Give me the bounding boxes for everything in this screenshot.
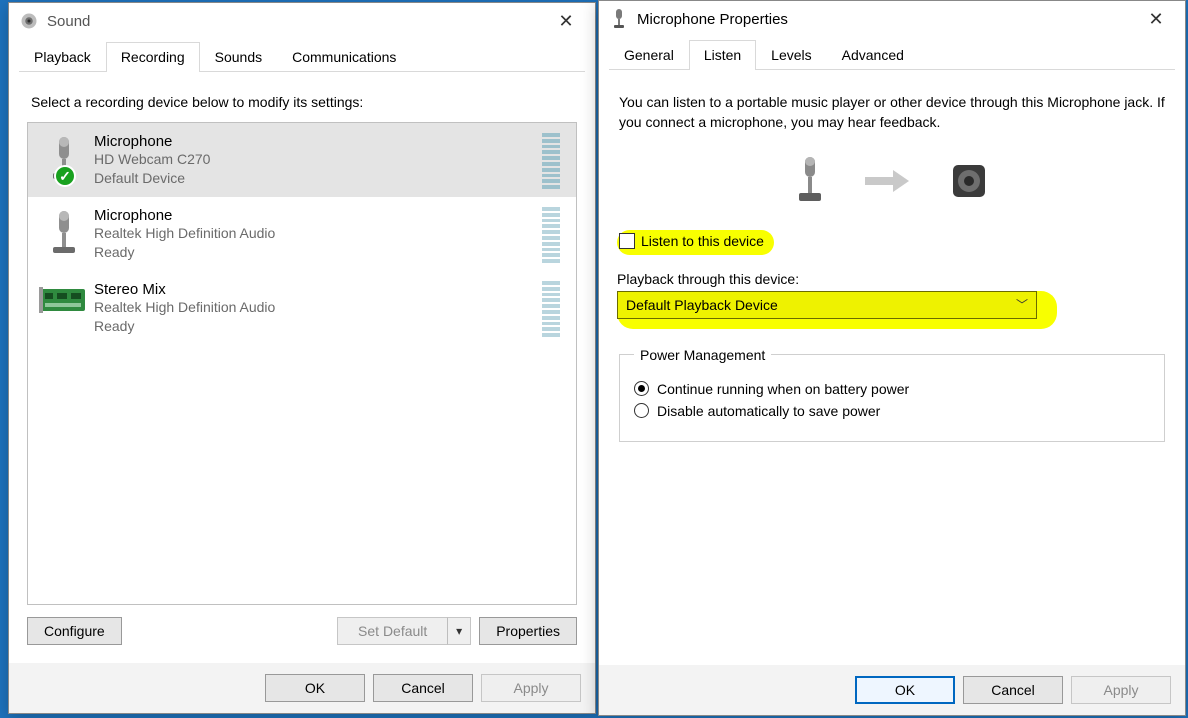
power-management-group: Power Management Continue running when o… <box>619 347 1165 442</box>
listen-checkbox-label: Listen to this device <box>641 233 764 249</box>
props-titlebar[interactable]: Microphone Properties ✕ <box>599 1 1185 37</box>
tab-advanced[interactable]: Advanced <box>827 40 919 70</box>
microphone-icon <box>609 9 629 29</box>
tab-levels[interactable]: Levels <box>756 40 826 70</box>
tab-playback-label: Playback <box>34 49 91 65</box>
set-default-button: Set Default ▾ <box>337 617 471 645</box>
sound-body: Select a recording device below to modif… <box>9 72 595 663</box>
microphone-icon: ✓ <box>34 131 94 185</box>
listen-checkbox[interactable] <box>619 233 635 249</box>
configure-label: Configure <box>44 623 105 639</box>
close-icon[interactable]: ✕ <box>1135 4 1177 34</box>
arrow-right-icon <box>865 170 909 195</box>
ok-button[interactable]: OK <box>855 676 955 704</box>
tab-listen-label: Listen <box>704 47 741 63</box>
playback-through-label: Playback through this device: <box>617 271 1167 287</box>
device-sub2: Ready <box>94 243 542 262</box>
device-sub2: Default Device <box>94 169 542 188</box>
sound-titlebar[interactable]: Sound ✕ <box>9 3 595 39</box>
device-sub1: Realtek High Definition Audio <box>94 298 542 317</box>
recording-device-list[interactable]: ✓ Microphone HD Webcam C270 Default Devi… <box>27 122 577 605</box>
device-sub2: Ready <box>94 317 542 336</box>
device-name: Microphone <box>94 207 542 224</box>
device-sub1: Realtek High Definition Audio <box>94 224 542 243</box>
props-footer: OK Cancel Apply <box>599 665 1185 715</box>
speaker-icon <box>19 11 39 31</box>
apply-label: Apply <box>1103 682 1138 698</box>
recording-instruction: Select a recording device below to modif… <box>31 94 573 110</box>
device-name: Stereo Mix <box>94 281 542 298</box>
microphone-icon <box>34 205 94 259</box>
playback-combo-highlight: Default Playback Device ﹀ <box>617 291 1057 329</box>
mic-properties-window: Microphone Properties ✕ General Listen L… <box>598 0 1186 716</box>
tab-listen[interactable]: Listen <box>689 40 756 70</box>
tab-communications[interactable]: Communications <box>277 42 411 72</box>
tab-communications-label: Communications <box>292 49 396 65</box>
level-meter <box>542 279 570 337</box>
apply-button: Apply <box>481 674 581 702</box>
tab-general-label: General <box>624 47 674 63</box>
sound-title: Sound <box>47 13 545 30</box>
chevron-down-icon: ▾ <box>447 617 471 645</box>
power-radio-continue-label: Continue running when on battery power <box>657 381 909 397</box>
listen-illustration <box>617 157 1167 208</box>
props-title: Microphone Properties <box>637 11 1135 28</box>
props-tabs: General Listen Levels Advanced <box>609 39 1175 70</box>
speaker-icon <box>949 161 989 204</box>
power-radio-disable[interactable] <box>634 403 649 418</box>
chevron-down-icon: ﹀ <box>1016 296 1028 313</box>
tab-recording-label: Recording <box>121 49 185 65</box>
device-row[interactable]: ✓ Microphone HD Webcam C270 Default Devi… <box>28 123 576 197</box>
cancel-label: Cancel <box>401 680 445 696</box>
soundcard-icon <box>34 279 94 317</box>
listen-checkbox-highlight: Listen to this device <box>617 230 774 255</box>
tab-recording[interactable]: Recording <box>106 42 200 72</box>
tab-levels-label: Levels <box>771 47 811 63</box>
level-meter <box>542 205 570 263</box>
ok-label: OK <box>305 680 325 696</box>
tab-playback[interactable]: Playback <box>19 42 106 72</box>
sound-tabs: Playback Recording Sounds Communications <box>19 41 585 72</box>
listen-description: You can listen to a portable music playe… <box>619 92 1165 133</box>
props-body: You can listen to a portable music playe… <box>599 70 1185 665</box>
tab-sounds-label: Sounds <box>215 49 262 65</box>
sound-footer: OK Cancel Apply <box>9 663 595 713</box>
level-meter <box>542 131 570 189</box>
device-sub1: HD Webcam C270 <box>94 150 542 169</box>
playback-device-selected: Default Playback Device <box>626 297 778 313</box>
device-name: Microphone <box>94 133 542 150</box>
set-default-label: Set Default <box>358 623 427 639</box>
ok-button[interactable]: OK <box>265 674 365 702</box>
apply-label: Apply <box>513 680 548 696</box>
microphone-icon <box>795 157 825 208</box>
cancel-button[interactable]: Cancel <box>963 676 1063 704</box>
power-management-legend: Power Management <box>634 347 771 363</box>
cancel-button[interactable]: Cancel <box>373 674 473 702</box>
properties-button[interactable]: Properties <box>479 617 577 645</box>
ok-label: OK <box>895 682 915 698</box>
configure-button[interactable]: Configure <box>27 617 122 645</box>
apply-button: Apply <box>1071 676 1171 704</box>
playback-device-combo[interactable]: Default Playback Device ﹀ <box>617 291 1037 319</box>
tab-sounds[interactable]: Sounds <box>200 42 277 72</box>
device-row[interactable]: Stereo Mix Realtek High Definition Audio… <box>28 271 576 345</box>
default-check-icon: ✓ <box>54 165 76 187</box>
sound-button-row: Configure Set Default ▾ Properties <box>27 617 577 645</box>
power-radio-disable-label: Disable automatically to save power <box>657 403 880 419</box>
tab-advanced-label: Advanced <box>842 47 904 63</box>
sound-window: Sound ✕ Playback Recording Sounds Commun… <box>8 2 596 714</box>
close-icon[interactable]: ✕ <box>545 6 587 36</box>
device-row[interactable]: Microphone Realtek High Definition Audio… <box>28 197 576 271</box>
properties-label: Properties <box>496 623 560 639</box>
power-radio-continue[interactable] <box>634 381 649 396</box>
cancel-label: Cancel <box>991 682 1035 698</box>
tab-general[interactable]: General <box>609 40 689 70</box>
